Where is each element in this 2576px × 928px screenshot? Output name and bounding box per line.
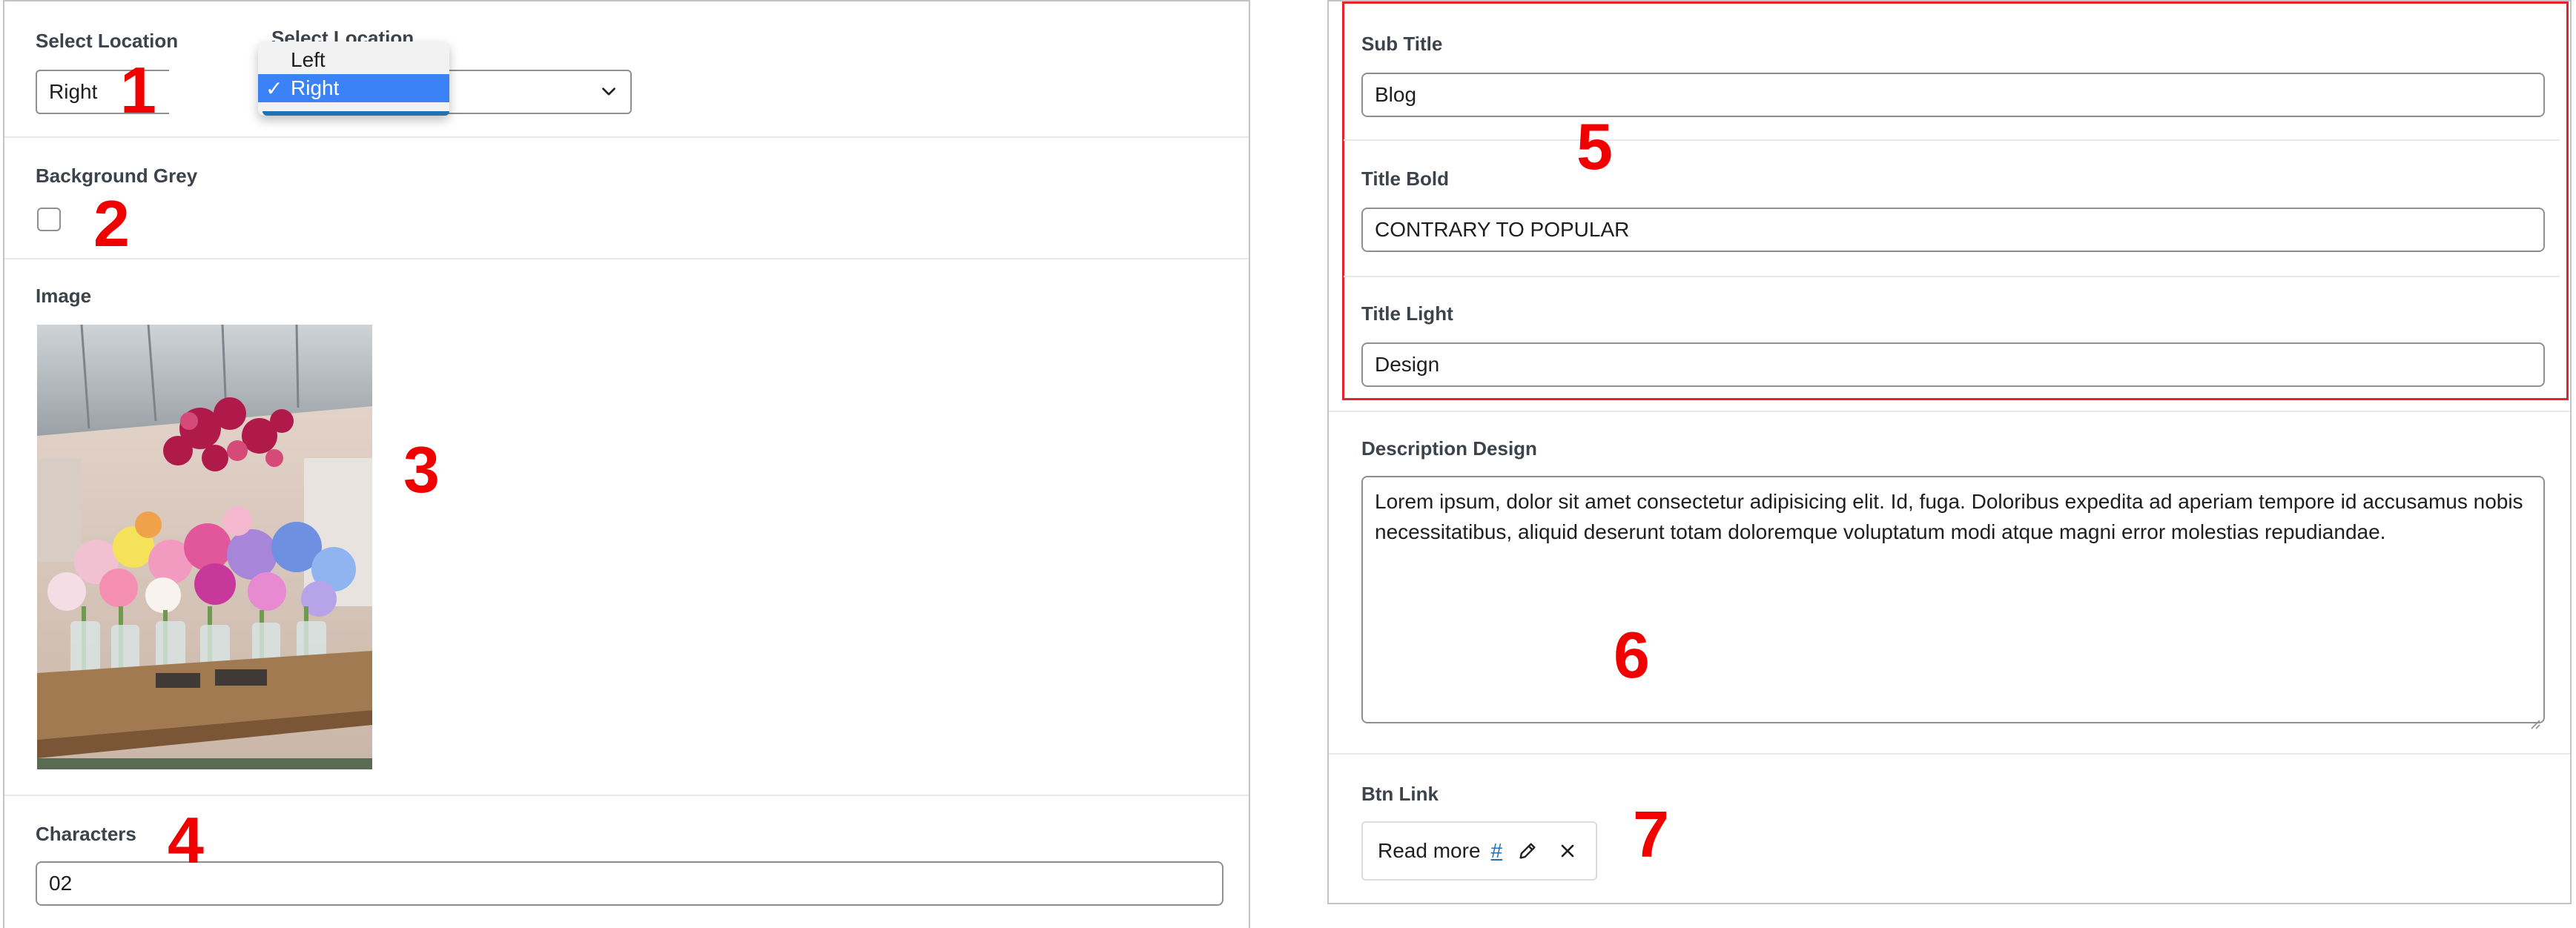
resize-grip-icon[interactable]	[2529, 707, 2540, 729]
dropdown-option-left[interactable]: Left	[258, 46, 449, 74]
select-location-dropdown: Left ✓ Right	[258, 42, 449, 116]
divider	[4, 258, 1249, 259]
pencil-icon[interactable]	[1513, 836, 1542, 866]
characters-value: 02	[49, 872, 73, 895]
select-location-label: Select Location	[36, 30, 179, 52]
characters-label: Characters	[36, 823, 136, 845]
annotation-1: 1	[120, 53, 156, 127]
highlight-frame	[1342, 1, 2569, 400]
title-bold-value: CONTRARY TO POPULAR	[1375, 218, 1630, 241]
annotation-6: 6	[1614, 618, 1650, 692]
annotation-5: 5	[1576, 110, 1613, 183]
sub-title-value: Blog	[1375, 83, 1417, 106]
divider	[4, 136, 1249, 138]
annotation-4: 4	[168, 803, 204, 877]
divider	[1329, 753, 2570, 755]
sub-title-input[interactable]: Blog	[1361, 73, 2545, 117]
chevron-down-icon	[599, 82, 618, 102]
close-icon[interactable]	[1553, 836, 1582, 866]
dropdown-option-left-label: Left	[291, 48, 326, 71]
divider	[4, 795, 1249, 796]
checkmark-icon: ✓	[265, 76, 283, 100]
btn-link-url[interactable]: #	[1491, 839, 1503, 863]
title-bold-input[interactable]: CONTRARY TO POPULAR	[1361, 208, 2545, 252]
image-label: Image	[36, 285, 92, 307]
btn-link-text: Read more	[1378, 839, 1481, 862]
divider	[1344, 276, 2560, 277]
dropdown-option-right[interactable]: ✓ Right	[258, 74, 449, 102]
dropdown-underline	[262, 111, 449, 116]
title-bold-label: Title Bold	[1361, 168, 1449, 190]
annotation-7: 7	[1633, 798, 1669, 871]
background-grey-checkbox[interactable]	[37, 208, 61, 231]
flower-shop-image[interactable]	[37, 325, 372, 769]
divider	[1329, 411, 2570, 412]
dropdown-option-right-label: Right	[291, 76, 340, 99]
description-design-value: Lorem ipsum, dolor sit amet consectetur …	[1375, 490, 2523, 543]
title-light-input[interactable]: Design	[1361, 342, 2545, 387]
left-panel: Select Location Right Select Location Le…	[3, 0, 1250, 928]
characters-input[interactable]: 02	[36, 861, 1223, 906]
description-design-textarea[interactable]: Lorem ipsum, dolor sit amet consectetur …	[1361, 476, 2545, 729]
right-panel: Sub Title Blog 5 Title Bold CONTRARY TO …	[1327, 0, 2572, 904]
sub-title-label: Sub Title	[1361, 33, 1443, 55]
annotation-2: 2	[93, 187, 130, 260]
annotation-3: 3	[403, 433, 440, 506]
btn-link-box: Read more #	[1361, 821, 1597, 881]
title-light-value: Design	[1375, 353, 1440, 376]
background-grey-label: Background Grey	[36, 165, 198, 187]
title-light-label: Title Light	[1361, 302, 1453, 325]
btn-link-label: Btn Link	[1361, 783, 1439, 805]
description-design-label: Description Design	[1361, 437, 1537, 460]
divider	[1344, 139, 2560, 141]
select-location-value: Right	[49, 80, 98, 103]
